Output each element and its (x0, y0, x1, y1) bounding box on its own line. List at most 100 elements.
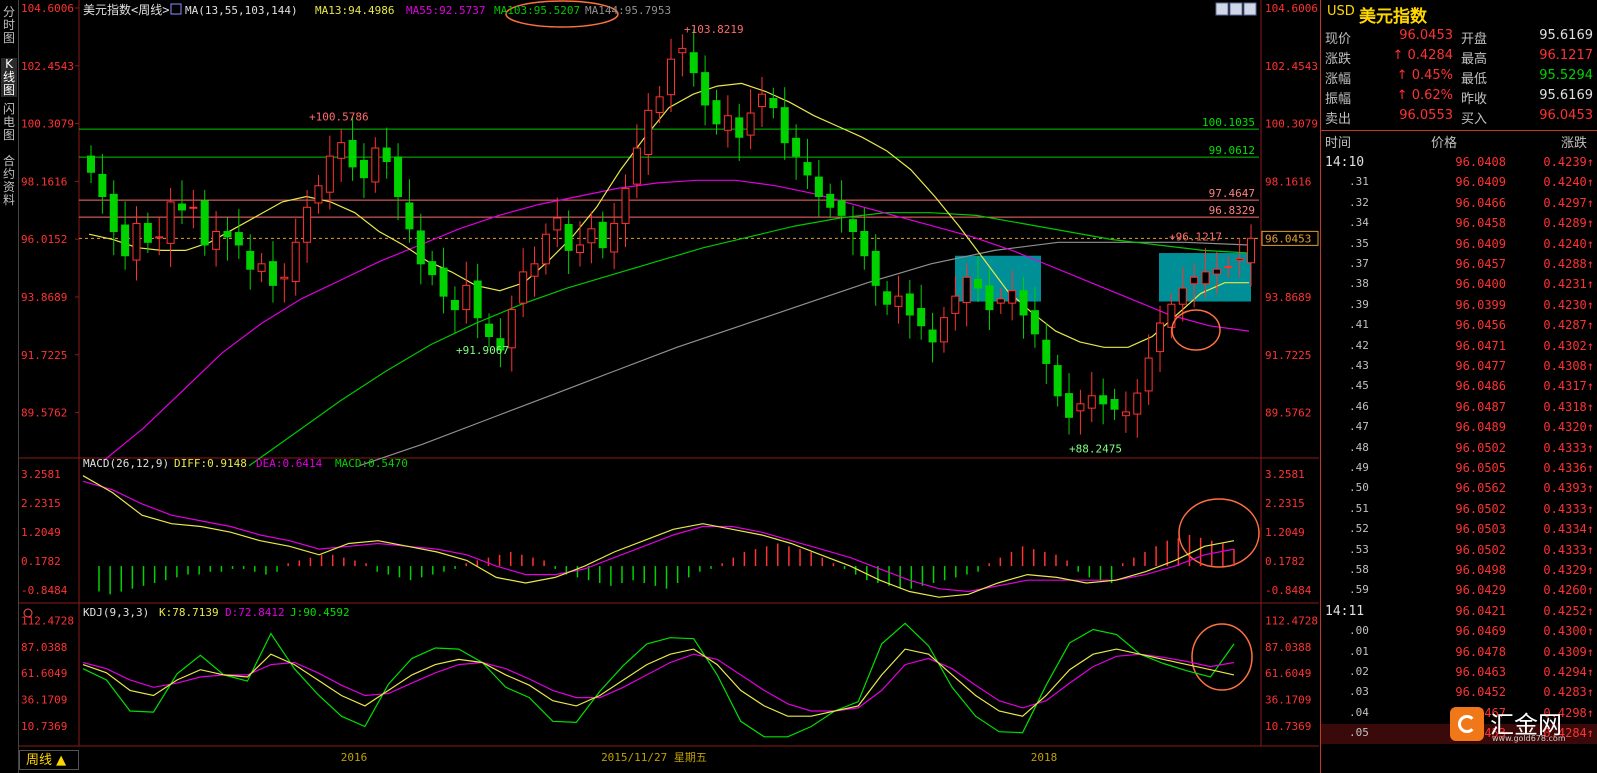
kdj-j-line (82, 622, 1235, 738)
period-button[interactable]: 周线 ▲ (19, 750, 79, 770)
candle-body (757, 93, 766, 108)
candle-body (1099, 395, 1108, 405)
tick-row: .47 96.0489 0.4320↑ (1321, 418, 1597, 438)
y-tick-right: 112.4728 (1265, 615, 1318, 628)
candle-body (314, 185, 323, 204)
y-tick-left: 100.3079 (21, 118, 74, 131)
tick-price: 96.0409 (1455, 236, 1506, 251)
tick-row: .45 96.0486 0.4317↑ (1321, 377, 1597, 397)
hline-label: 100.1035 (1202, 116, 1255, 129)
candle-body (553, 217, 562, 231)
y-tick-left: 0.1782 (21, 555, 61, 568)
quote-value: 95.6169 (1539, 88, 1593, 103)
candle-body (962, 276, 971, 304)
tick-price: 96.0408 (1455, 155, 1506, 169)
tick-row: .59 96.0429 0.4260↑ (1321, 581, 1597, 601)
candle-body (473, 280, 482, 319)
tick-price: 96.0466 (1455, 195, 1506, 210)
tick-change: 0.4334↑ (1543, 522, 1594, 537)
highlight-circle (1191, 623, 1253, 691)
settings-icon (170, 3, 182, 15)
extreme-label: +100.5786 (309, 110, 369, 123)
candle-body (905, 293, 914, 316)
tick-row: .41 96.0456 0.4287↑ (1321, 316, 1597, 336)
y-tick-right: 10.7369 (1265, 720, 1311, 733)
hline-label: 96.8329 (1209, 204, 1255, 217)
candle-body (200, 200, 209, 246)
tick-change: 0.4309↑ (1543, 644, 1594, 659)
tick-time: .53 (1349, 542, 1369, 556)
y-tick-right: 93.8689 (1265, 291, 1311, 304)
tab-timeshare[interactable]: 分时图 (1, 6, 17, 45)
quote-value: 95.5294 (1539, 68, 1593, 83)
tick-row: .31 96.0409 0.4240↑ (1321, 173, 1597, 193)
dea-line (82, 480, 1235, 593)
tick-change: 0.4393↑ (1543, 481, 1594, 496)
candle-body (507, 309, 516, 349)
window-control-icon (1215, 2, 1229, 16)
y-tick-right: 102.4543 (1265, 60, 1318, 73)
candle-body (644, 109, 653, 155)
candle-body (928, 329, 937, 343)
candle-body (325, 155, 334, 193)
tick-change: 0.4300↑ (1543, 624, 1594, 639)
candle-body (939, 317, 948, 343)
tick-time: .31 (1349, 175, 1369, 189)
tab-contract-info[interactable]: 合约资料 (1, 155, 17, 207)
tab-kline[interactable]: K线图 (1, 58, 17, 97)
tick-change: 0.4318↑ (1543, 399, 1594, 414)
candle-body (450, 299, 459, 311)
candle-body (1247, 237, 1255, 264)
quote-value: 96.1217 (1539, 48, 1593, 63)
left-tab-bar: 分时图 K线图 闪电图 合约资料 (0, 0, 19, 773)
tick-price: 96.0429 (1455, 583, 1506, 598)
y-tick-left: 87.0388 (21, 641, 67, 654)
tick-time: .42 (1349, 338, 1369, 352)
tick-change: 0.4297↑ (1543, 195, 1594, 210)
tick-change: 0.4260↑ (1543, 583, 1594, 598)
extreme-label: +103.8219 (684, 23, 744, 36)
tick-price: 96.0452 (1455, 685, 1506, 700)
candle-body (1178, 287, 1187, 305)
quote-label: 最高 (1461, 52, 1488, 67)
tick-time: .37 (1349, 257, 1369, 270)
candle-body (177, 203, 186, 211)
tick-time: .51 (1349, 501, 1369, 515)
tick-price: 96.0477 (1455, 359, 1506, 373)
tick-change: 0.4252↑ (1543, 603, 1594, 618)
candle-body (974, 278, 983, 289)
kdj-d-label: D:72.8412 (225, 606, 285, 619)
tick-change: 0.4333↑ (1543, 501, 1594, 516)
quote-value: 96.0453 (1399, 28, 1453, 43)
window-control-icon (1229, 2, 1243, 16)
tick-price: 96.0399 (1455, 297, 1506, 312)
y-tick-left: 61.6049 (21, 667, 67, 680)
tick-time: .34 (1349, 216, 1369, 230)
tick-row: .01 96.0478 0.4309↑ (1321, 643, 1597, 663)
y-tick-right: 0.1782 (1265, 555, 1305, 568)
brand-logo: 汇金网 www.gold678.com (1450, 705, 1595, 745)
candle-body (223, 231, 232, 238)
col-header-time: 时间 (1325, 136, 1352, 151)
quote-panel: USD 美元指数 现价 96.0453 开盘 95.6169 涨跌 ↑ 0.4284 最高 9… (1320, 0, 1597, 773)
tab-flash[interactable]: 闪电图 (1, 103, 17, 142)
candle-body (803, 162, 812, 176)
y-tick-left: 102.4543 (21, 60, 74, 73)
quote-value: ↑ 0.45% (1396, 68, 1453, 83)
quote-value: ↑ 0.4284 (1392, 48, 1453, 63)
tick-change: 0.4288↑ (1543, 257, 1594, 271)
extreme-label: +91.9067 (456, 344, 509, 357)
tick-price: 96.0503 (1455, 522, 1506, 537)
candle-body (87, 155, 95, 173)
quote-label: 涨跌 (1325, 52, 1352, 67)
y-tick-left: 3.2581 (21, 468, 61, 481)
candle-body (621, 187, 630, 224)
candle-body (109, 193, 118, 233)
tick-time: .52 (1349, 522, 1369, 536)
chart-area[interactable]: 104.6006 104.6006 102.4543 102.4543 100.3079… (19, 0, 1319, 773)
highlight-circle (1171, 309, 1221, 351)
tick-row: .02 96.0463 0.4294↑ (1321, 663, 1597, 683)
tick-row: .53 96.0502 0.4333↑ (1321, 541, 1597, 561)
tick-time: 14:10 (1325, 155, 1365, 170)
candle-body (257, 263, 266, 272)
